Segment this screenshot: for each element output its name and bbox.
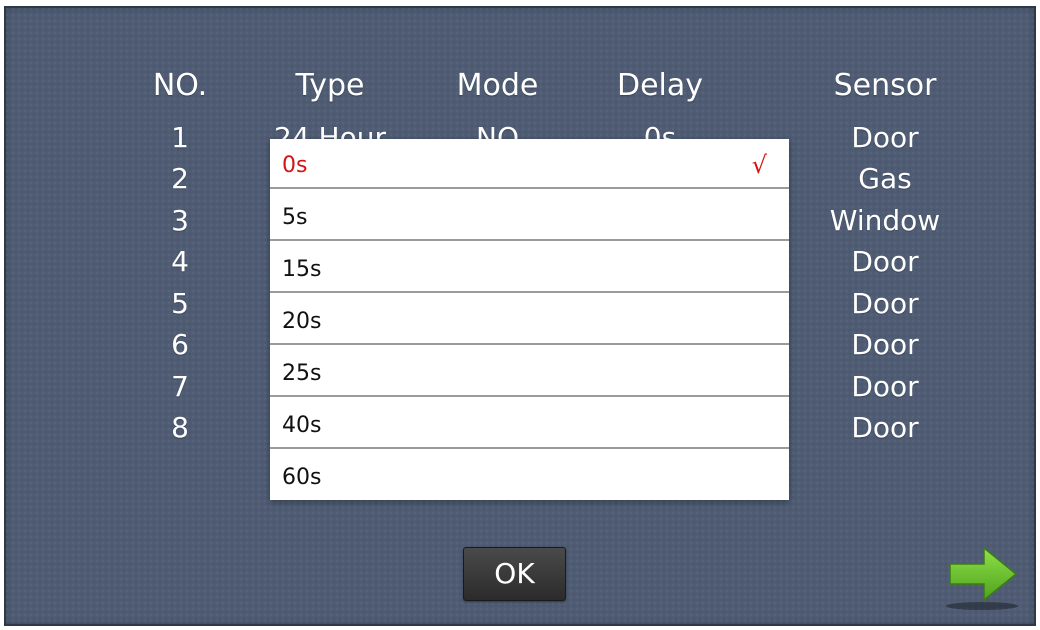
row-sensor-8[interactable]: Door: [800, 407, 970, 449]
checkmark-icon: √: [751, 151, 767, 179]
header-no: NO.: [152, 68, 208, 103]
header-type: Type: [295, 68, 365, 103]
row-sensor-3[interactable]: Window: [800, 200, 970, 242]
delay-option-5s[interactable]: 5s: [270, 191, 789, 241]
header-mode: Mode: [456, 68, 539, 103]
row-sensor-2[interactable]: Gas: [800, 158, 970, 200]
row-no-6: 6: [171, 328, 189, 361]
row-sensor-7[interactable]: Door: [800, 366, 970, 408]
row-sensor-4[interactable]: Door: [800, 241, 970, 283]
delay-option-0s[interactable]: 0s √: [270, 139, 789, 189]
next-button[interactable]: [940, 540, 1024, 612]
row-no-4: 4: [171, 245, 189, 278]
delay-option-25s[interactable]: 25s: [270, 347, 789, 397]
delay-option-40s[interactable]: 40s: [270, 399, 789, 449]
row-no-5: 5: [171, 287, 189, 320]
row-no-8: 8: [171, 411, 189, 444]
arrow-right-icon: [946, 546, 1018, 610]
ok-button[interactable]: OK: [463, 547, 566, 601]
delay-option-label: 5s: [282, 205, 308, 230]
row-no-2: 2: [171, 162, 189, 195]
header-sensor: Sensor: [833, 68, 937, 103]
delay-option-label: 15s: [282, 257, 322, 282]
delay-option-60s[interactable]: 60s: [270, 451, 789, 501]
row-no-1: 1: [171, 121, 189, 154]
row-sensor-5[interactable]: Door: [800, 283, 970, 325]
row-sensor-1[interactable]: Door: [800, 117, 970, 159]
row-no-3: 3: [171, 204, 189, 237]
delay-option-15s[interactable]: 15s: [270, 243, 789, 293]
delay-option-label: 25s: [282, 361, 322, 386]
delay-dropdown: 0s √ 5s 15s 20s 25s 40s 60s: [270, 139, 789, 500]
delay-option-label: 60s: [282, 465, 322, 490]
delay-option-20s[interactable]: 20s: [270, 295, 789, 345]
row-no-7: 7: [171, 370, 189, 403]
delay-option-label: 20s: [282, 309, 322, 334]
row-sensor-6[interactable]: Door: [800, 324, 970, 366]
delay-option-label: 40s: [282, 413, 322, 438]
delay-option-label: 0s: [282, 153, 308, 178]
header-delay: Delay: [616, 68, 704, 103]
